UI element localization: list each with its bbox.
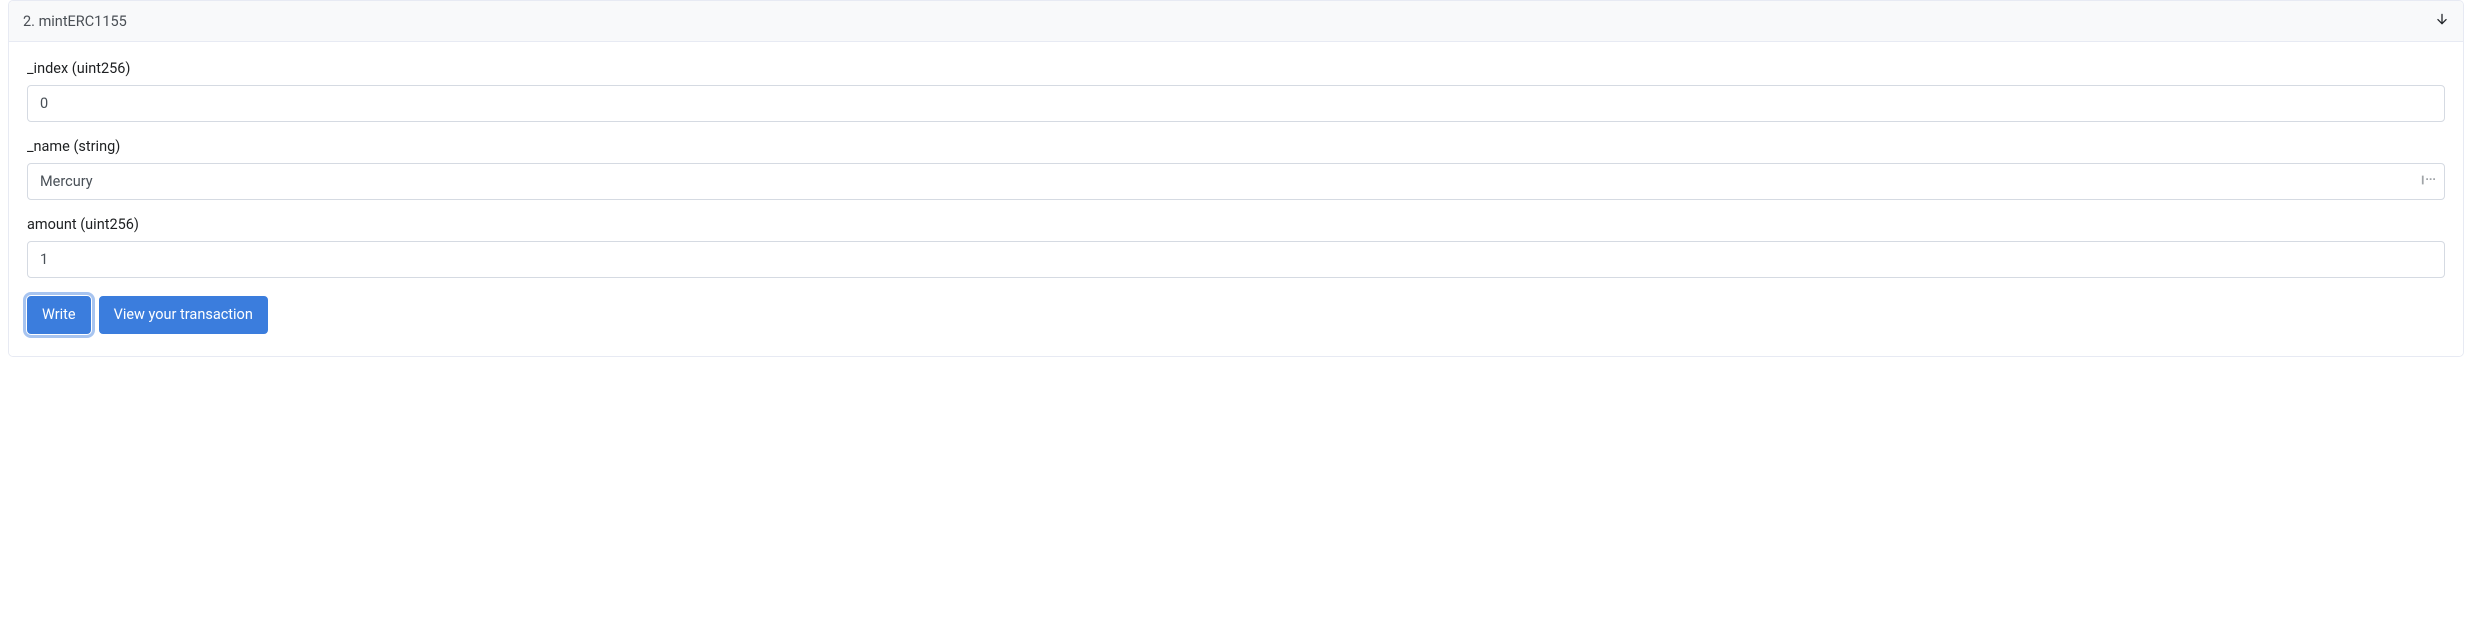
function-header[interactable]: 2. mintERC1155 (9, 1, 2463, 42)
input-index[interactable] (27, 85, 2445, 122)
label-index: _index (uint256) (27, 60, 2445, 77)
label-amount: amount (uint256) (27, 216, 2445, 233)
input-wrap (27, 163, 2445, 200)
function-title: 2. mintERC1155 (23, 13, 127, 30)
function-body: _index (uint256) _name (string) amount (… (9, 42, 2463, 356)
input-amount[interactable] (27, 241, 2445, 278)
view-transaction-button[interactable]: View your transaction (99, 296, 268, 334)
form-group-index: _index (uint256) (27, 60, 2445, 122)
function-card: 2. mintERC1155 _index (uint256) _name (s… (8, 0, 2464, 357)
input-wrap (27, 85, 2445, 122)
arrow-down-icon (2435, 12, 2449, 30)
button-row: Write View your transaction (27, 296, 2445, 334)
write-button[interactable]: Write (27, 296, 91, 334)
input-name[interactable] (27, 163, 2445, 200)
form-group-amount: amount (uint256) (27, 216, 2445, 278)
input-wrap (27, 241, 2445, 278)
label-name: _name (string) (27, 138, 2445, 155)
form-group-name: _name (string) (27, 138, 2445, 200)
